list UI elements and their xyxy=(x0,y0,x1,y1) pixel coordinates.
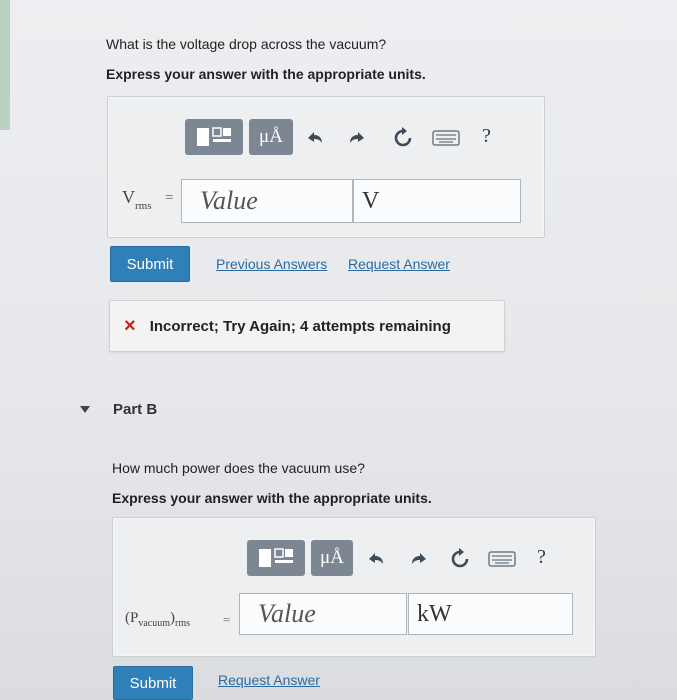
help-icon[interactable]: ? xyxy=(482,125,491,148)
help-icon[interactable]: ? xyxy=(537,546,546,569)
units-icon: μÅ xyxy=(259,126,283,147)
units-icon: μÅ xyxy=(320,547,344,568)
variable-label: Vrms xyxy=(122,187,152,212)
templates-icon xyxy=(259,548,293,567)
templates-button[interactable] xyxy=(247,540,305,576)
part-b-instruction: Express your answer with the appropriate… xyxy=(112,490,432,506)
redo-icon[interactable] xyxy=(346,127,368,149)
submit-button[interactable]: Submit xyxy=(113,666,193,700)
unit-input[interactable]: V xyxy=(353,179,521,223)
part-b-header[interactable]: Part B xyxy=(113,401,157,418)
undo-icon[interactable] xyxy=(304,127,326,149)
part-b-answer-panel: μÅ ? (Pvacuum)rms = Value kW xyxy=(112,517,596,657)
keyboard-icon[interactable] xyxy=(431,129,461,147)
value-input[interactable]: Value xyxy=(239,593,407,635)
equals-sign: = xyxy=(223,612,231,627)
collapse-caret-icon[interactable] xyxy=(80,406,90,413)
part-b-question: How much power does the vacuum use? xyxy=(112,460,365,476)
reset-icon[interactable] xyxy=(390,125,416,151)
units-button[interactable]: μÅ xyxy=(311,540,353,576)
keyboard-icon[interactable] xyxy=(487,550,517,568)
units-button[interactable]: μÅ xyxy=(249,119,293,155)
templates-button[interactable] xyxy=(185,119,243,155)
request-answer-link[interactable]: Request Answer xyxy=(218,672,320,688)
equals-sign: = xyxy=(165,190,174,206)
part-a-answer-panel: μÅ ? Vrms = Value V xyxy=(107,96,545,238)
redo-icon[interactable] xyxy=(408,548,430,570)
request-answer-link[interactable]: Request Answer xyxy=(348,256,450,272)
variable-label: (Pvacuum)rms xyxy=(125,610,190,629)
reset-icon[interactable] xyxy=(447,546,473,572)
feedback-box: × Incorrect; Try Again; 4 attempts remai… xyxy=(109,300,505,352)
part-a-instruction: Express your answer with the appropriate… xyxy=(106,66,426,82)
error-x-icon: × xyxy=(124,314,136,337)
previous-answers-link[interactable]: Previous Answers xyxy=(216,256,327,272)
undo-icon[interactable] xyxy=(365,548,387,570)
templates-icon xyxy=(197,127,231,146)
submit-button[interactable]: Submit xyxy=(110,246,190,282)
window-edge xyxy=(0,0,10,130)
part-a-question: What is the voltage drop across the vacu… xyxy=(106,36,387,52)
value-input[interactable]: Value xyxy=(181,179,353,223)
unit-input[interactable]: kW xyxy=(408,593,573,635)
feedback-text: Incorrect; Try Again; 4 attempts remaini… xyxy=(149,317,451,335)
